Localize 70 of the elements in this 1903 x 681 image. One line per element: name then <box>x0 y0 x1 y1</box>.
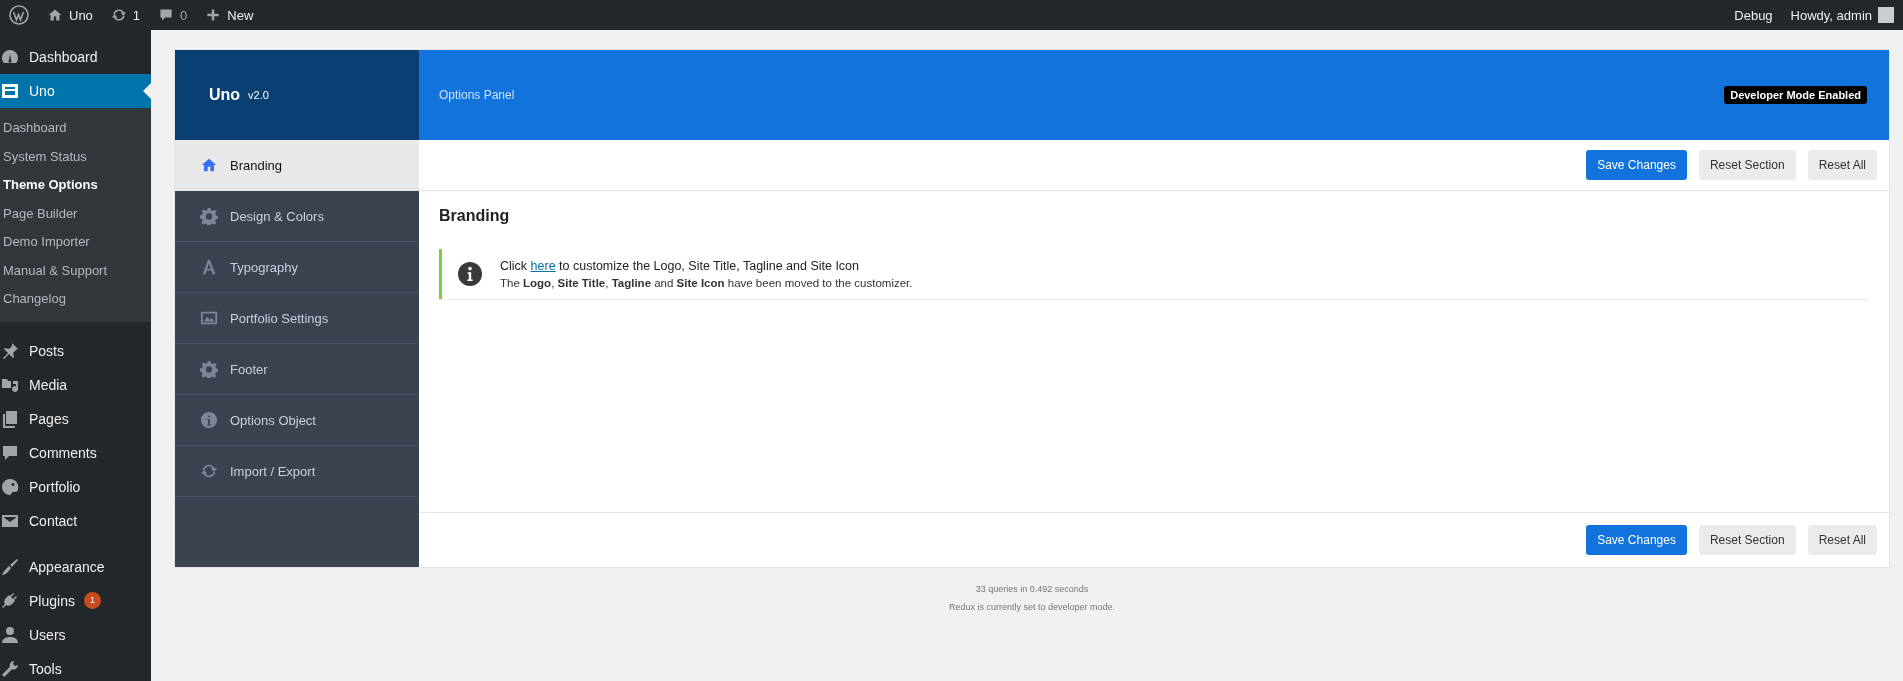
plus-icon <box>205 7 222 23</box>
section-tab[interactable]: Branding <box>175 140 419 191</box>
reset-button[interactable]: Reset All <box>1807 150 1877 180</box>
menu-item[interactable]: Plugins 1 <box>0 583 151 618</box>
notice-detail: The Logo, Site Title, Tagline and Site Icon have been moved to the customizer. <box>500 277 913 289</box>
menu-item[interactable]: Posts <box>0 333 151 368</box>
section-tab[interactable]: Portfolio Settings <box>175 293 419 344</box>
section-tab[interactable]: Options Object <box>175 395 419 446</box>
reset-button[interactable]: Reset Section <box>1698 150 1796 180</box>
info-icon <box>458 262 482 286</box>
menu-item[interactable]: Pages <box>0 401 151 436</box>
pages-icon <box>0 408 20 429</box>
section-title: Branding <box>439 207 511 225</box>
site-link[interactable]: Uno <box>38 0 102 30</box>
submenu-item[interactable]: Page Builder <box>0 199 151 228</box>
section-tab[interactable]: Design & Colors <box>175 191 419 242</box>
user-icon <box>0 624 20 645</box>
letter-icon <box>200 258 218 276</box>
submenu-item[interactable]: System Status <box>0 142 151 171</box>
updates-link[interactable]: 1 <box>101 0 150 30</box>
submenu-item[interactable]: Dashboard <box>0 114 151 143</box>
info-icon <box>200 411 218 429</box>
submenu-item[interactable]: Demo Importer <box>0 228 151 257</box>
menu-item[interactable]: Users <box>0 617 151 652</box>
section-tab[interactable]: Typography <box>175 242 419 293</box>
comment-icon <box>158 7 175 23</box>
menu-item[interactable]: Media <box>0 367 151 402</box>
menu-item[interactable]: Tools <box>0 651 151 681</box>
plug-icon <box>0 590 20 611</box>
section-tab[interactable]: Import / Export <box>175 446 419 497</box>
sync-icon <box>200 462 218 480</box>
save-button[interactable]: Save Changes <box>1586 525 1687 555</box>
count-badge: 1 <box>83 592 101 609</box>
refresh-icon <box>110 7 127 23</box>
menu-item[interactable]: Comments <box>0 435 151 470</box>
submenu-item[interactable]: Manual & Support <box>0 256 151 285</box>
comments-link[interactable]: 0 <box>149 0 197 30</box>
reset-button[interactable]: Reset All <box>1807 525 1877 555</box>
menu-item[interactable]: Contact <box>0 503 151 538</box>
footer-note: Redux is currently set to developer mode. <box>948 602 1116 612</box>
menu-item[interactable]: Appearance <box>0 549 151 584</box>
wordpress-logo-icon[interactable] <box>9 5 29 25</box>
section-tab[interactable]: Footer <box>175 344 419 395</box>
footer-note: 33 queries in 0.492 seconds <box>975 584 1089 594</box>
save-button[interactable]: Save Changes <box>1586 150 1687 180</box>
submenu-item[interactable]: Changelog <box>0 285 151 314</box>
debug-link[interactable]: Debug <box>1725 0 1782 30</box>
avatar-icon <box>1878 7 1894 23</box>
version-label: v2.0 <box>248 89 269 101</box>
developer-mode-badge: Developer Mode Enabled <box>1724 86 1867 104</box>
submenu-item[interactable]: Theme Options <box>0 171 151 200</box>
panel-subtitle: Options Panel <box>439 88 515 102</box>
paintbrush-icon <box>0 556 20 577</box>
home-icon <box>200 156 218 174</box>
reset-button[interactable]: Reset Section <box>1698 525 1796 555</box>
customize-link[interactable]: here <box>530 259 556 273</box>
panel-icon <box>0 81 20 101</box>
account-menu[interactable]: Howdy, admin <box>1781 0 1903 30</box>
menu-item[interactable]: Portfolio <box>0 469 151 504</box>
wrench-icon <box>0 658 20 679</box>
palette-icon <box>0 476 20 497</box>
menu-item[interactable]: Dashboard <box>0 40 151 74</box>
home-icon <box>47 7 63 23</box>
gear-icon <box>200 360 218 378</box>
gear-icon <box>200 207 218 225</box>
new-link[interactable]: New <box>196 0 263 30</box>
image-icon <box>200 309 218 327</box>
panel-title: Uno <box>209 86 241 104</box>
notice-text: Click here to customize the Logo, Site Title, Tagline and Site Icon <box>500 259 861 273</box>
menu-item[interactable]: Uno <box>0 74 151 108</box>
